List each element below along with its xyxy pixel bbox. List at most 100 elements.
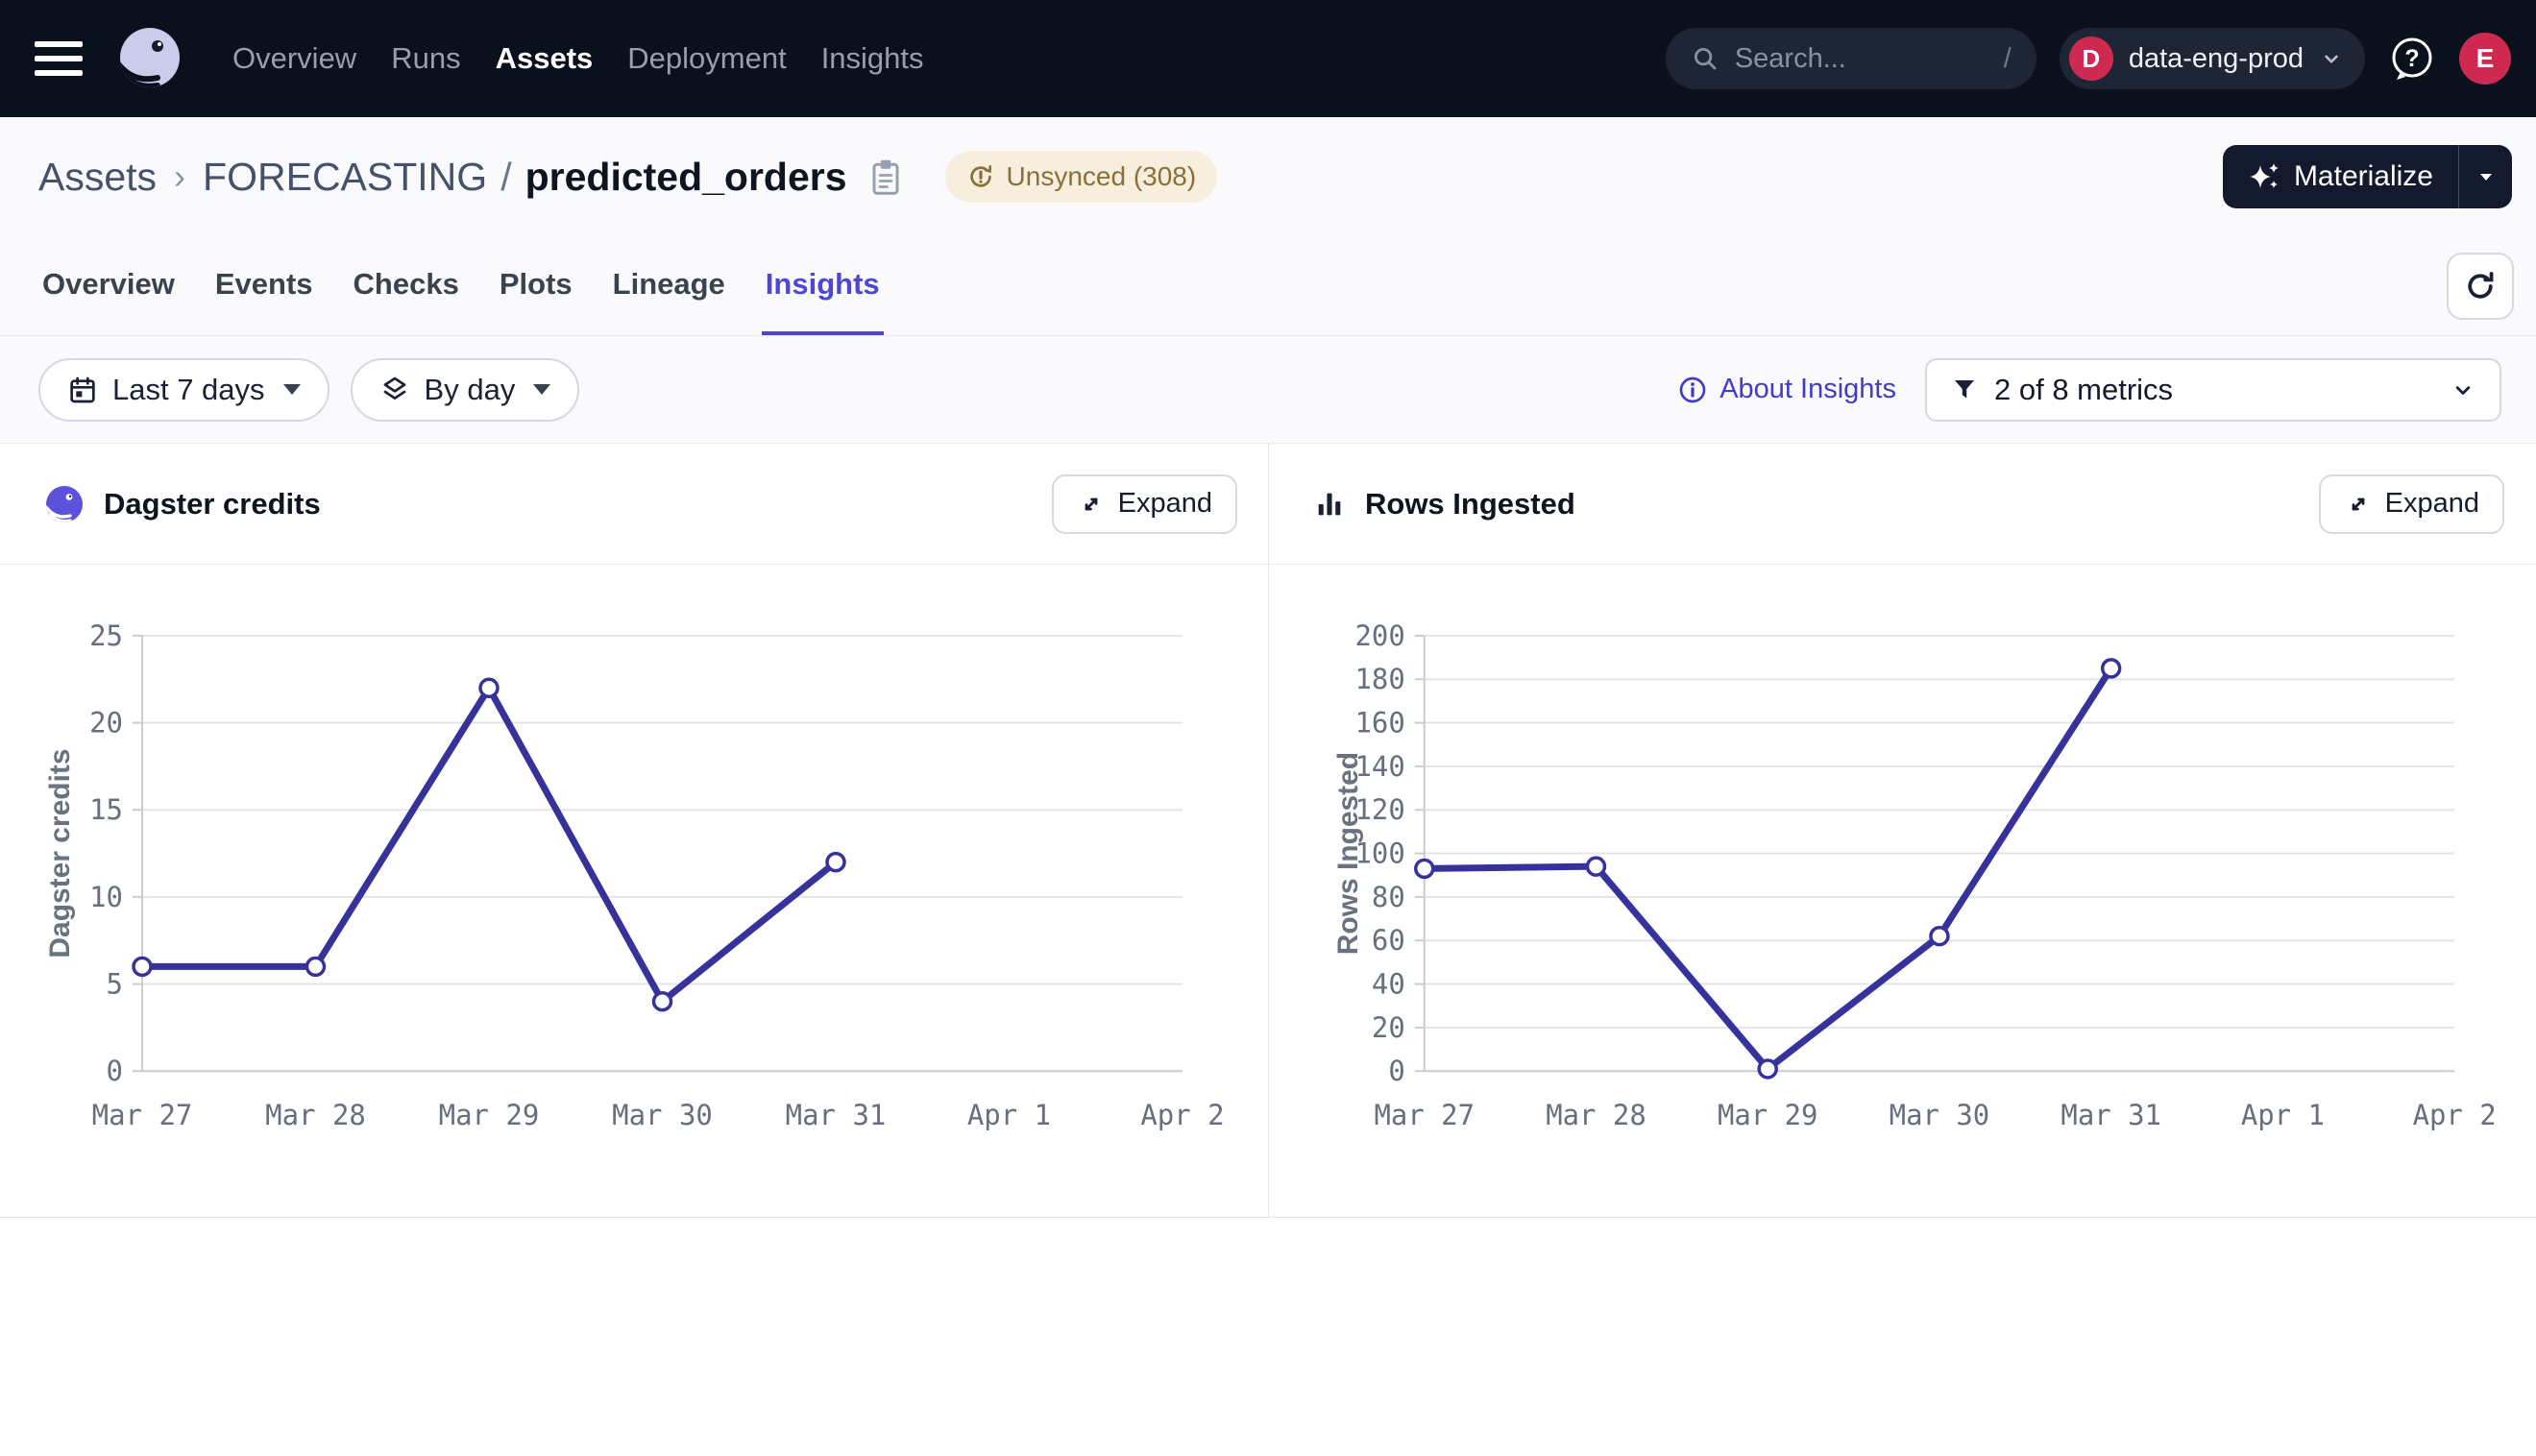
primary-nav: Overview Runs Assets Deployment Insights — [232, 41, 924, 76]
tab-insights[interactable]: Insights — [762, 236, 884, 335]
metrics-filter-select[interactable]: 2 of 8 metrics — [1925, 358, 2501, 422]
chart-panel-header: Rows Ingested Expand — [1269, 444, 2535, 565]
nav-deployment[interactable]: Deployment — [627, 41, 786, 76]
help-icon[interactable]: ? — [2388, 35, 2436, 83]
deployment-initial-badge: D — [2069, 36, 2113, 81]
svg-text:60: 60 — [1372, 924, 1405, 957]
insights-charts: Dagster credits Expand 0 5 10 15 20 25 Mar 27 M… — [0, 444, 2536, 1218]
nav-assets[interactable]: Assets — [496, 41, 594, 76]
svg-text:10: 10 — [89, 881, 123, 913]
breadcrumb-group-link[interactable]: FORECASTING — [203, 155, 487, 200]
svg-text:80: 80 — [1372, 881, 1405, 913]
breadcrumb-assets-link[interactable]: Assets — [38, 155, 157, 200]
svg-text:Mar 31: Mar 31 — [786, 1099, 887, 1131]
calendar-icon — [67, 375, 98, 405]
insights-toolbar: Last 7 days By day About Insights — [0, 336, 2536, 444]
expand-label: Expand — [2385, 488, 2479, 520]
chevron-down-icon — [2450, 376, 2476, 403]
svg-text:Mar 27: Mar 27 — [92, 1099, 193, 1131]
tab-events[interactable]: Events — [211, 236, 317, 335]
tab-checks[interactable]: Checks — [350, 236, 463, 335]
svg-text:20: 20 — [1372, 1011, 1405, 1044]
about-insights-label: About Insights — [1719, 374, 1896, 405]
line-chart-rows-ingested[interactable]: 020406080100120140160180200Mar 27Mar 28M… — [1269, 565, 2535, 1217]
svg-text:Mar 29: Mar 29 — [439, 1099, 540, 1131]
granularity-button[interactable]: By day — [351, 358, 580, 422]
svg-text:180: 180 — [1355, 663, 1405, 695]
svg-text:0: 0 — [107, 1055, 123, 1087]
about-insights-link[interactable]: About Insights — [1677, 374, 1896, 405]
chart-title: Dagster credits — [104, 487, 321, 522]
chart-panel-rows-ingested: Rows Ingested Expand 0204060801001201401… — [1268, 444, 2535, 1217]
refresh-icon — [2462, 268, 2499, 304]
svg-text:Mar 28: Mar 28 — [265, 1099, 366, 1131]
deployment-switcher[interactable]: D data-eng-prod — [2060, 28, 2365, 89]
svg-text:Dagster credits: Dagster credits — [44, 749, 76, 959]
materialize-button[interactable]: Materialize — [2223, 145, 2458, 208]
tab-plots[interactable]: Plots — [496, 236, 576, 335]
chart-panel-dagster-credits: Dagster credits Expand 0 5 10 15 20 25 Mar 27 M… — [0, 444, 1268, 1217]
expand-label: Expand — [1118, 488, 1212, 520]
nav-overview[interactable]: Overview — [232, 41, 356, 76]
chevron-down-icon — [2319, 46, 2344, 71]
caret-down-icon — [533, 384, 550, 395]
filter-funnel-icon — [1950, 376, 1979, 404]
svg-text:20: 20 — [89, 707, 123, 740]
user-avatar[interactable]: E — [2459, 33, 2511, 85]
search-input[interactable]: Search... / — [1666, 28, 2036, 89]
svg-text:Mar 30: Mar 30 — [1890, 1099, 1990, 1131]
menu-icon[interactable] — [35, 36, 86, 81]
caret-down-icon — [283, 384, 301, 395]
top-navbar: Overview Runs Assets Deployment Insights… — [0, 0, 2536, 117]
svg-text:Rows Ingested: Rows Ingested — [1332, 752, 1364, 955]
search-shortcut-hint: / — [2004, 43, 2012, 75]
copy-asset-name-icon[interactable] — [868, 157, 903, 197]
breadcrumb: Assets › FORECASTING / predicted_orders — [38, 155, 847, 200]
svg-text:Mar 30: Mar 30 — [612, 1099, 713, 1131]
svg-text:15: 15 — [89, 793, 123, 826]
svg-text:25: 25 — [89, 619, 123, 652]
chart-area: 020406080100120140160180200Mar 27Mar 28M… — [1269, 565, 2535, 1217]
svg-text:Apr 2: Apr 2 — [1140, 1099, 1224, 1131]
asset-name: predicted_orders — [525, 155, 847, 200]
nav-runs[interactable]: Runs — [391, 41, 460, 76]
chart-area: 0 5 10 15 20 25 Mar 27 Mar 28 Mar 29 Mar 30 Mar 31… — [0, 565, 1268, 1217]
svg-text:160: 160 — [1355, 707, 1405, 740]
layers-icon — [379, 375, 410, 405]
status-badge[interactable]: Unsynced (308) — [945, 151, 1218, 203]
caret-down-icon — [2475, 165, 2498, 188]
asset-tabs: Overview Events Checks Plots Lineage Ins… — [0, 236, 2536, 336]
svg-text:Apr 2: Apr 2 — [2413, 1099, 2497, 1131]
status-badge-label: Unsynced (308) — [1007, 161, 1197, 192]
materialize-label: Materialize — [2294, 160, 2433, 193]
expand-icon — [2344, 490, 2373, 519]
svg-text:?: ? — [2404, 45, 2419, 72]
svg-text:200: 200 — [1355, 619, 1405, 652]
refresh-button[interactable] — [2447, 253, 2514, 320]
svg-text:Mar 28: Mar 28 — [1546, 1099, 1646, 1131]
line-chart-dagster-credits[interactable]: 0 5 10 15 20 25 Mar 27 Mar 28 Mar 29 Mar 30 Mar 31… — [0, 565, 1268, 1217]
svg-text:Mar 27: Mar 27 — [1374, 1099, 1475, 1131]
expand-button[interactable]: Expand — [1052, 474, 1237, 534]
tab-overview[interactable]: Overview — [38, 236, 179, 335]
svg-text:Mar 29: Mar 29 — [1718, 1099, 1818, 1131]
date-range-button[interactable]: Last 7 days — [38, 358, 329, 422]
dagster-logo-icon[interactable] — [113, 22, 186, 95]
date-range-label: Last 7 days — [112, 373, 265, 407]
sync-alert-icon — [966, 162, 995, 191]
expand-icon — [1077, 490, 1106, 519]
chart-title: Rows Ingested — [1365, 487, 1575, 522]
svg-text:Apr 1: Apr 1 — [967, 1099, 1051, 1131]
breadcrumb-chevron: › — [174, 157, 185, 197]
search-placeholder: Search... — [1735, 43, 1988, 75]
chart-panel-header: Dagster credits Expand — [0, 444, 1268, 565]
bar-chart-icon — [1313, 488, 1346, 521]
materialize-dropdown-caret[interactable] — [2458, 145, 2512, 208]
dagster-logo-icon — [44, 484, 85, 524]
expand-button[interactable]: Expand — [2319, 474, 2504, 534]
granularity-label: By day — [425, 373, 516, 407]
asset-header: Assets › FORECASTING / predicted_orders … — [0, 117, 2536, 236]
tab-lineage[interactable]: Lineage — [609, 236, 729, 335]
nav-insights[interactable]: Insights — [821, 41, 924, 76]
svg-text:5: 5 — [107, 968, 123, 1001]
